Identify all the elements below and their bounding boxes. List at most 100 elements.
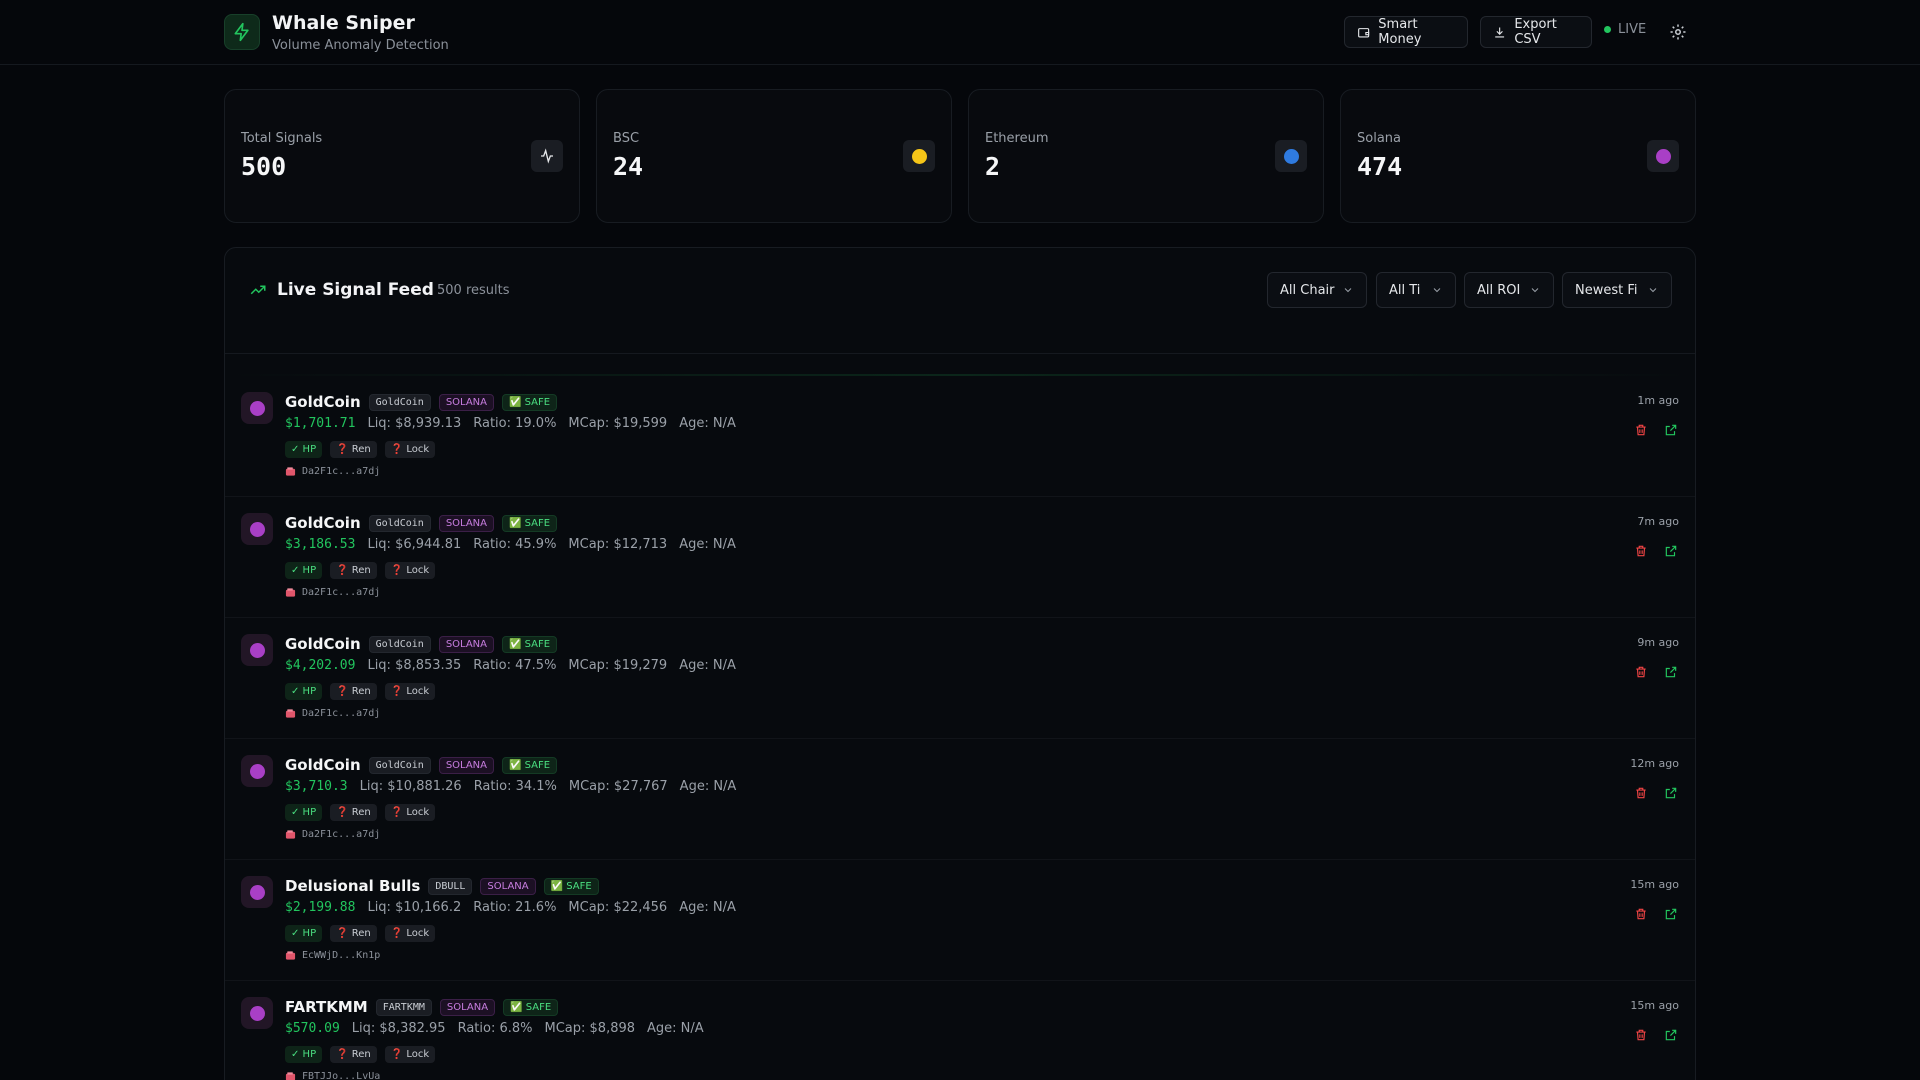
result-count: 500 results (437, 283, 510, 298)
trash-icon[interactable] (1633, 785, 1649, 801)
signal-time: 15m ago (1630, 878, 1679, 891)
liquidity-value: Liq: $8,382.95 (351, 1021, 446, 1036)
safe-badge: ✅ SAFE (502, 514, 558, 532)
stat-label: Total Signals (241, 131, 323, 146)
safe-badge: ✅ SAFE (503, 998, 559, 1016)
wallet-address[interactable]: FBTJJo...LvUa (285, 1071, 380, 1080)
activity-icon (531, 140, 563, 172)
token-symbol-badge: GoldCoin (368, 393, 431, 411)
signal-row[interactable]: GoldCoin GoldCoin SOLANA ✅ SAFE $1,701.7… (225, 376, 1695, 497)
lock-flag: ❓ Lock (384, 562, 436, 579)
renounced-flag: ❓ Ren (330, 441, 377, 458)
solana-chain-icon (241, 634, 273, 666)
renounced-flag: ❓ Ren (330, 683, 377, 700)
time-filter-value: All Ti (1389, 282, 1421, 298)
signal-row[interactable]: Delusional Bulls DBULL SOLANA ✅ SAFE $2,… (225, 860, 1695, 981)
renounced-flag: ❓ Ren (330, 562, 377, 579)
solana-chain-icon (241, 876, 273, 908)
token-name: GoldCoin (285, 393, 361, 411)
row-actions (1633, 664, 1679, 680)
signal-row[interactable]: GoldCoin GoldCoin SOLANA ✅ SAFE $4,202.0… (225, 618, 1695, 739)
stat-card-solana: Solana 474 (1340, 89, 1696, 223)
wallet-address[interactable]: Da2F1c...a7dj (285, 708, 380, 719)
signal-row[interactable]: GoldCoin GoldCoin SOLANA ✅ SAFE $3,186.5… (225, 497, 1695, 618)
solana-chain-icon (241, 997, 273, 1029)
renounced-flag: ❓ Ren (330, 1046, 377, 1063)
wallet-address[interactable]: Da2F1c...a7dj (285, 829, 380, 840)
mcap-value: MCap: $12,713 (568, 537, 668, 552)
external-link-icon[interactable] (1663, 543, 1679, 559)
chevron-down-icon (1433, 288, 1441, 293)
renounced-flag: ❓ Ren (330, 804, 377, 821)
signal-time: 15m ago (1630, 999, 1679, 1012)
row-actions (1633, 422, 1679, 438)
honeypot-flag: ✓ HP (285, 441, 323, 458)
external-link-icon[interactable] (1663, 906, 1679, 922)
trash-icon[interactable] (1633, 422, 1649, 438)
wallet-icon (285, 588, 296, 597)
stat-value: 2 (985, 152, 1001, 181)
safe-badge: ✅ SAFE (502, 393, 558, 411)
wallet-icon (1358, 27, 1370, 37)
roi-filter-select[interactable]: All ROI (1464, 272, 1554, 308)
renounced-flag: ❓ Ren (330, 925, 377, 942)
smart-money-button[interactable]: Smart Money (1344, 16, 1468, 48)
external-link-icon[interactable] (1663, 1027, 1679, 1043)
token-name: Delusional Bulls (285, 877, 421, 895)
external-link-icon[interactable] (1663, 785, 1679, 801)
feed-title: Live Signal Feed (249, 280, 434, 300)
external-link-icon[interactable] (1663, 422, 1679, 438)
age-value: Age: N/A (647, 1021, 704, 1036)
mcap-value: MCap: $19,279 (568, 658, 668, 673)
safe-badge: ✅ SAFE (502, 635, 558, 653)
app-subtitle: Volume Anomaly Detection (272, 38, 449, 53)
external-link-icon[interactable] (1663, 664, 1679, 680)
sort-value: Newest Fi (1575, 282, 1638, 298)
trash-icon[interactable] (1633, 1027, 1649, 1043)
blue-circle-icon (1275, 140, 1307, 172)
stat-card-ethereum: Ethereum 2 (968, 89, 1324, 223)
row-actions (1633, 543, 1679, 559)
chain-filter-select[interactable]: All Chair (1267, 272, 1367, 308)
wallet-address[interactable]: EcWWjD...Kn1p (285, 950, 380, 961)
lock-flag: ❓ Lock (384, 925, 436, 942)
gear-icon[interactable] (1667, 21, 1689, 43)
feed-title-label: Live Signal Feed (277, 280, 434, 300)
roi-filter-value: All ROI (1477, 282, 1521, 298)
age-value: Age: N/A (679, 900, 736, 915)
signal-row[interactable]: GoldCoin GoldCoin SOLANA ✅ SAFE $3,710.3… (225, 739, 1695, 860)
export-csv-label: Export CSV (1514, 17, 1557, 47)
volume-value: $2,199.88 (285, 900, 356, 915)
lock-flag: ❓ Lock (384, 1046, 436, 1063)
time-filter-select[interactable]: All Ti (1376, 272, 1456, 308)
wallet-address[interactable]: Da2F1c...a7dj (285, 587, 380, 598)
chevron-down-icon (1649, 288, 1657, 293)
signal-row[interactable]: FARTKMM FARTKMM SOLANA ✅ SAFE $570.09 Li… (225, 981, 1695, 1080)
wallet-address[interactable]: Da2F1c...a7dj (285, 466, 380, 477)
feed-header: Live Signal Feed 500 results All Chair A… (225, 248, 1695, 354)
token-metrics: $570.09 Liq: $8,382.95 Ratio: 6.8% MCap:… (285, 1021, 704, 1036)
liquidity-value: Liq: $10,881.26 (359, 779, 462, 794)
signal-time: 7m ago (1637, 515, 1679, 528)
security-flags: ✓ HP ❓ Ren ❓ Lock (285, 925, 436, 942)
sort-select[interactable]: Newest Fi (1562, 272, 1672, 308)
token-metrics: $1,701.71 Liq: $8,939.13 Ratio: 19.0% MC… (285, 416, 736, 431)
liquidity-value: Liq: $8,939.13 (367, 416, 462, 431)
wallet-address-text: Da2F1c...a7dj (302, 708, 381, 719)
token-metrics: $4,202.09 Liq: $8,853.35 Ratio: 47.5% MC… (285, 658, 736, 673)
trash-icon[interactable] (1633, 664, 1649, 680)
volume-value: $3,710.3 (285, 779, 348, 794)
honeypot-flag: ✓ HP (285, 562, 323, 579)
stat-value: 474 (1357, 152, 1403, 181)
trash-icon[interactable] (1633, 906, 1649, 922)
security-flags: ✓ HP ❓ Ren ❓ Lock (285, 441, 436, 458)
export-csv-button[interactable]: Export CSV (1480, 16, 1592, 48)
wallet-address-text: Da2F1c...a7dj (302, 466, 381, 477)
volume-value: $570.09 (285, 1021, 340, 1036)
live-dot-icon (1604, 26, 1611, 33)
mcap-value: MCap: $27,767 (568, 779, 668, 794)
token-metrics: $3,186.53 Liq: $6,944.81 Ratio: 45.9% MC… (285, 537, 736, 552)
signal-time: 1m ago (1637, 394, 1679, 407)
trash-icon[interactable] (1633, 543, 1649, 559)
lock-flag: ❓ Lock (384, 804, 436, 821)
